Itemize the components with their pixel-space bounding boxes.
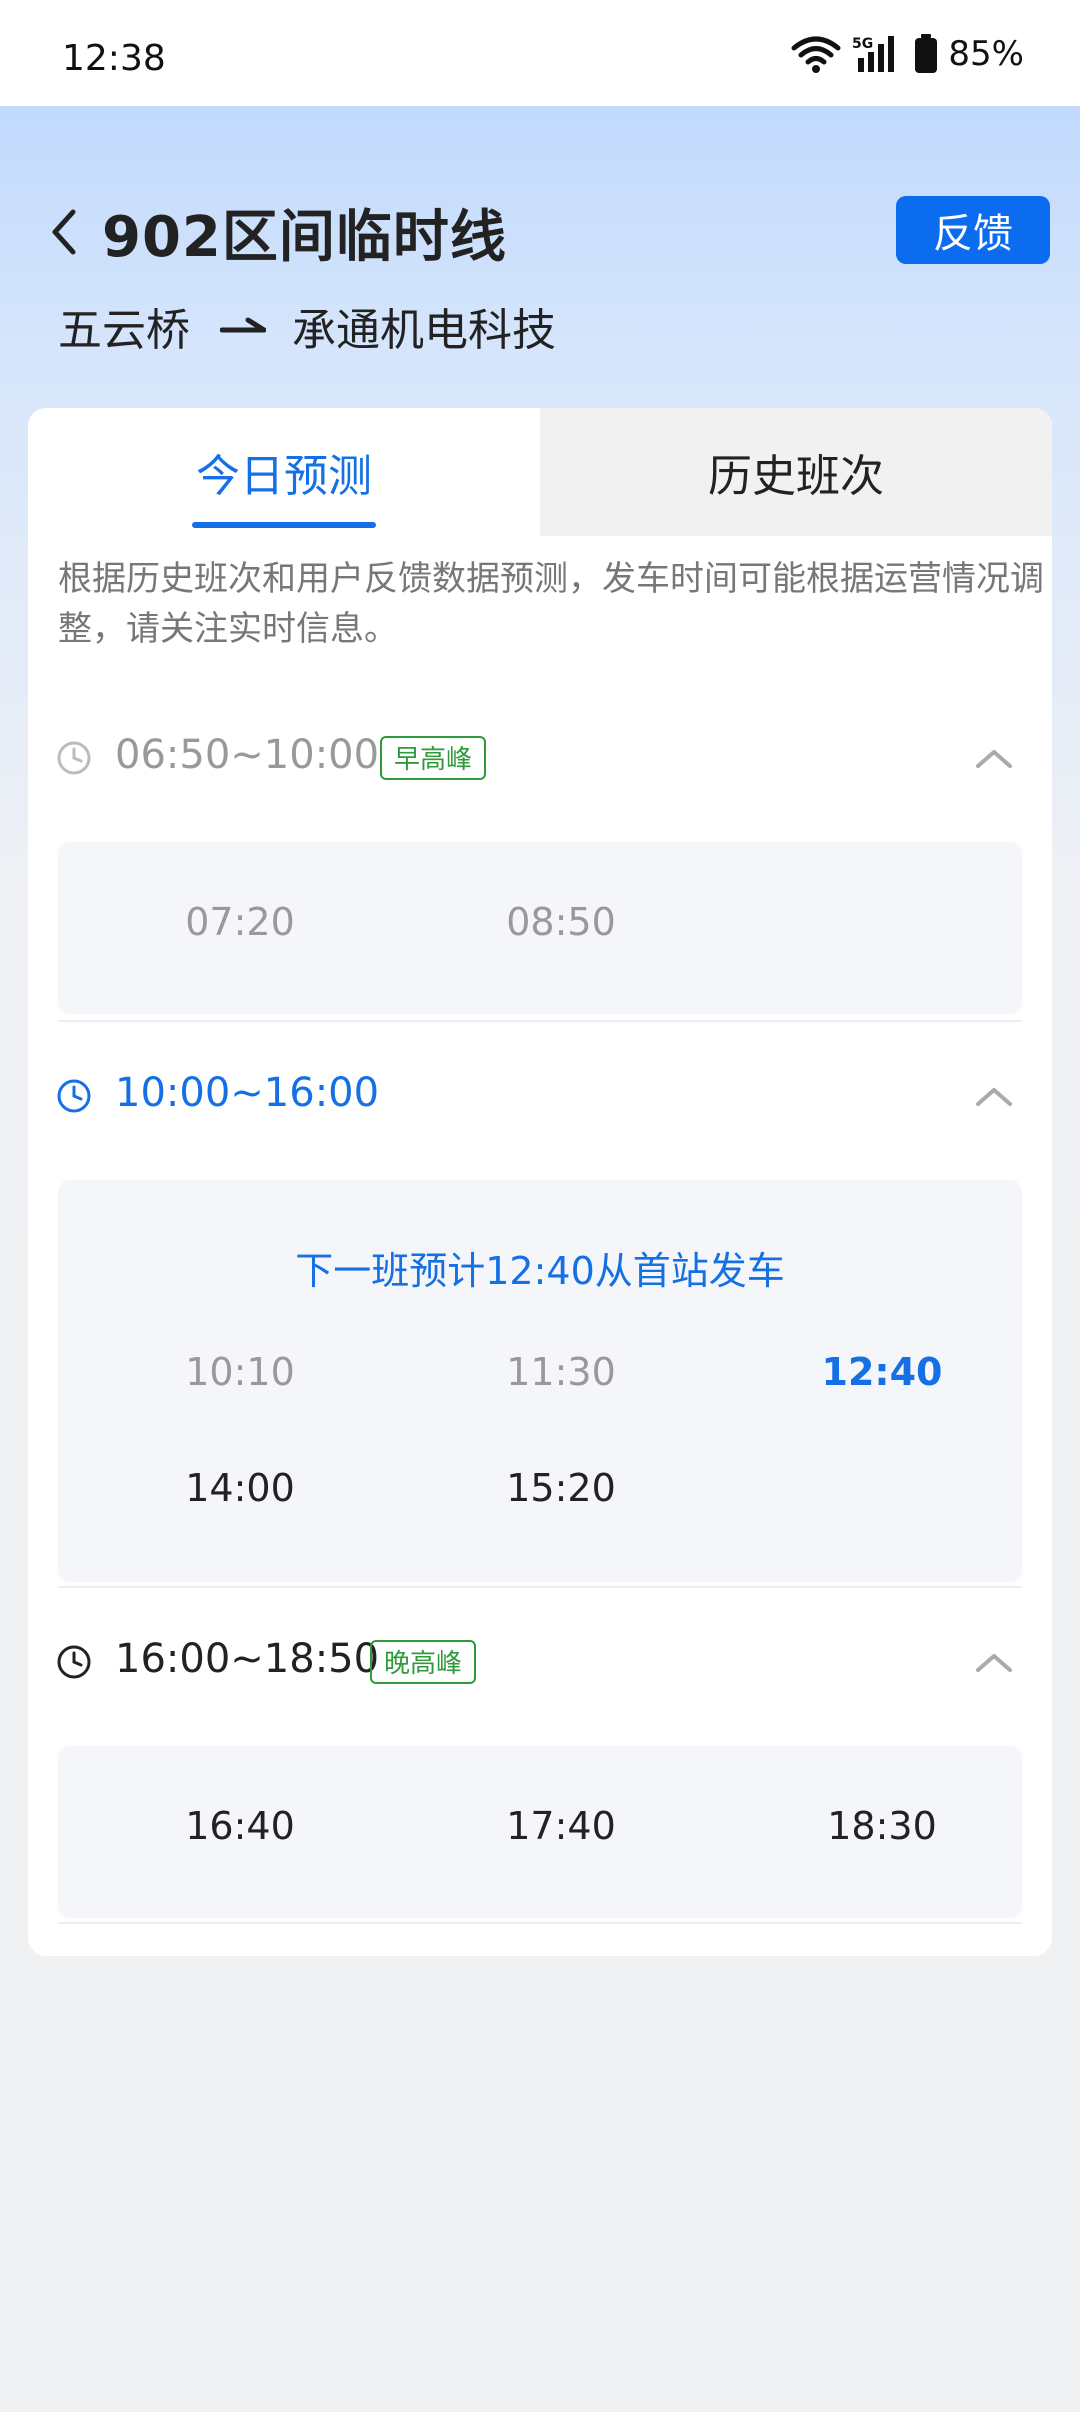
departure-time: 07:20 bbox=[185, 900, 295, 944]
departure-time: 16:40 bbox=[185, 1804, 295, 1848]
divider bbox=[58, 1020, 1022, 1022]
chevron-up-icon bbox=[976, 1088, 1012, 1106]
divider bbox=[58, 1922, 1022, 1924]
back-button[interactable] bbox=[36, 200, 92, 264]
section-header[interactable]: 16:00~18:50 晚高峰 bbox=[28, 1612, 1052, 1712]
page-title: 902区间临时线 bbox=[102, 205, 507, 270]
clock-icon bbox=[57, 741, 91, 775]
active-tab-indicator bbox=[192, 522, 376, 528]
departure-times: 下一班预计12:40从首站发车 10:10 11:30 12:40 14:00 … bbox=[58, 1180, 1022, 1582]
schedule-card: 今日预测 历史班次 根据历史班次和用户反馈数据预测，发车时间可能根据运营情况调整… bbox=[28, 408, 1052, 1956]
divider bbox=[58, 1586, 1022, 1588]
tab-today-forecast[interactable]: 今日预测 bbox=[28, 408, 540, 536]
departure-time: 17:40 bbox=[506, 1804, 616, 1848]
next-departure-message: 下一班预计12:40从首站发车 bbox=[295, 1249, 785, 1293]
clock-icon bbox=[57, 1645, 91, 1679]
arrow-right-icon bbox=[220, 316, 266, 336]
signal-icon: 5G bbox=[852, 34, 904, 74]
chevron-up-icon bbox=[976, 1654, 1012, 1672]
forecast-notice: 根据历史班次和用户反馈数据预测，发车时间可能根据运营情况调整，请关注实时信息。 bbox=[58, 559, 1044, 649]
feedback-button[interactable]: 反馈 bbox=[896, 196, 1050, 264]
wifi-icon bbox=[790, 34, 842, 74]
next-departure-time: 12:40 bbox=[821, 1350, 943, 1394]
battery-icon bbox=[914, 34, 938, 74]
clock-icon bbox=[57, 1079, 91, 1113]
departure-time: 10:10 bbox=[185, 1350, 295, 1394]
section-header[interactable]: 10:00~16:00 bbox=[28, 1046, 1052, 1146]
status-bar: 12:38 5G 85% bbox=[0, 0, 1080, 106]
departure-time: 08:50 bbox=[506, 900, 616, 944]
tab-bar: 今日预测 历史班次 bbox=[28, 408, 1052, 536]
time-range: 16:00~18:50 bbox=[115, 1636, 380, 1682]
to-stop: 承通机电科技 bbox=[292, 305, 556, 356]
departure-times: 07:20 08:50 bbox=[58, 842, 1022, 1014]
peak-tag: 早高峰 bbox=[380, 736, 487, 780]
section-header[interactable]: 06:50~10:00 早高峰 bbox=[28, 708, 1052, 808]
status-time: 12:38 bbox=[62, 38, 166, 79]
route-direction: 五云桥 承通机电科技 bbox=[58, 294, 556, 358]
peak-tag: 晚高峰 bbox=[370, 1640, 477, 1684]
departure-time: 11:30 bbox=[506, 1350, 616, 1394]
departure-times: 16:40 17:40 18:30 bbox=[58, 1746, 1022, 1918]
time-range: 10:00~16:00 bbox=[115, 1070, 380, 1116]
battery-percent: 85% bbox=[948, 34, 1024, 74]
from-stop: 五云桥 bbox=[58, 305, 190, 356]
departure-time: 14:00 bbox=[185, 1466, 295, 1510]
departure-time: 15:20 bbox=[506, 1466, 616, 1510]
chevron-up-icon bbox=[976, 750, 1012, 768]
departure-time: 18:30 bbox=[827, 1804, 937, 1848]
status-icons: 5G 85% bbox=[790, 34, 1024, 74]
time-range: 06:50~10:00 bbox=[115, 732, 380, 778]
tab-history[interactable]: 历史班次 bbox=[540, 408, 1052, 536]
network-type-label: 5G bbox=[852, 36, 873, 52]
chevron-left-icon bbox=[52, 209, 76, 255]
